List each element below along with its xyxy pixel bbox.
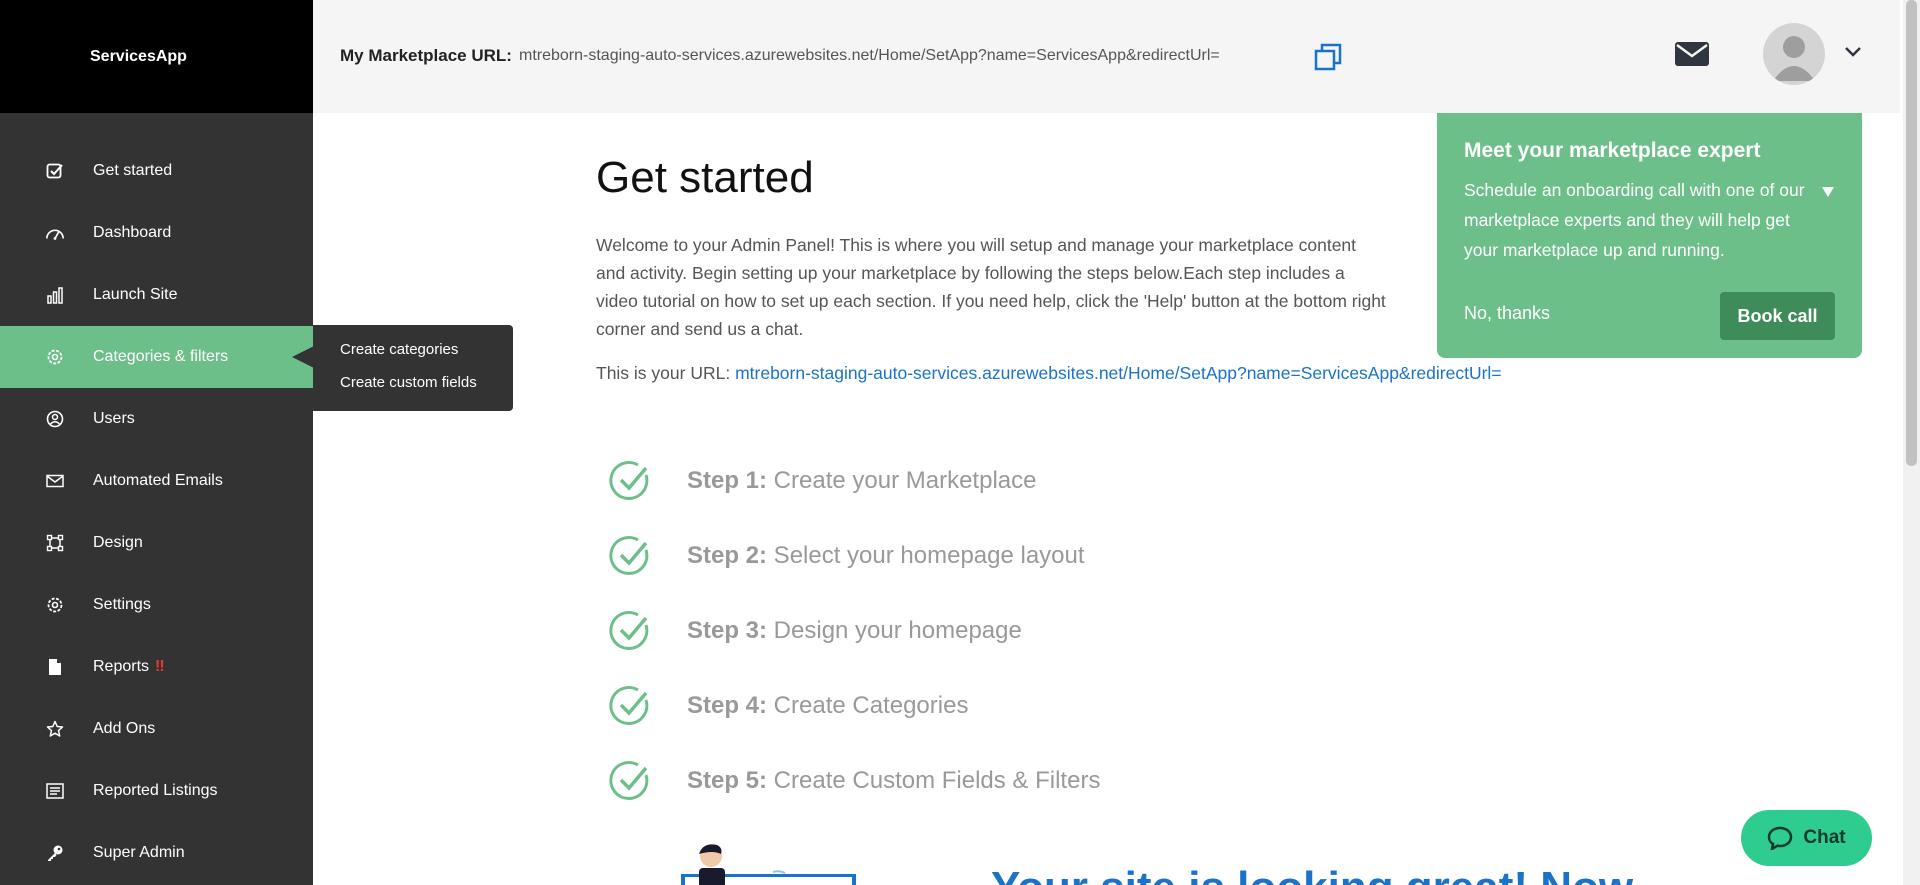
expert-title: Meet your marketplace expert — [1464, 139, 1761, 162]
chat-bubble-icon — [1768, 826, 1793, 850]
sidebar-nav: Get started Dashboard Launch Site Catego… — [0, 140, 313, 884]
avatar[interactable] — [1763, 23, 1825, 85]
step-label: Step 3: — [687, 616, 768, 644]
sidebar-item-label: Automated Emails — [93, 472, 223, 489]
intro-text: Welcome to your Admin Panel! This is whe… — [596, 235, 1386, 339]
frame-icon — [45, 533, 65, 553]
step-label: Step 1: — [687, 466, 768, 494]
sidebar-item-add-ons[interactable]: Add Ons — [0, 698, 313, 760]
gear-icon — [45, 595, 65, 615]
sidebar-item-reported-listings[interactable]: Reported Listings — [0, 760, 313, 822]
illustration-image — [681, 844, 856, 885]
scrollbar-thumb[interactable] — [1906, 0, 1917, 466]
step-text: Create Custom Fields & Filters — [767, 766, 1101, 794]
sidebar-item-label: Settings — [93, 596, 151, 613]
chevron-down-icon[interactable] — [1843, 44, 1863, 60]
book-call-button[interactable]: Book call — [1720, 292, 1835, 340]
step-label: Step 5: — [687, 766, 768, 794]
step-5[interactable]: Step 5: Create Custom Fields & Filters — [608, 743, 1100, 818]
step-label: Step 4: — [687, 691, 768, 719]
sidebar-item-label: Add Ons — [93, 720, 156, 737]
bottom-heading: Your site is looking great! Now — [991, 863, 1633, 885]
check-circle-icon — [609, 535, 649, 575]
user-circle-icon — [45, 409, 65, 429]
reports-warning-badge: !! — [155, 658, 165, 675]
sidebar-item-launch-site[interactable]: Launch Site — [0, 264, 313, 326]
check-circle-icon — [609, 685, 649, 725]
expert-body: Schedule an onboarding call with one of … — [1464, 180, 1805, 260]
your-url-line: This is your URL: mtreborn-staging-auto-… — [596, 363, 1502, 384]
sidebar-item-label: Users — [93, 410, 135, 427]
sidebar-item-dashboard[interactable]: Dashboard — [0, 202, 313, 264]
step-text: Select your homepage layout — [767, 541, 1085, 569]
flyout-item-create-custom-fields[interactable]: Create custom fields — [340, 372, 513, 405]
sidebar-item-settings[interactable]: Settings — [0, 574, 313, 636]
chat-label: Chat — [1803, 827, 1846, 848]
copy-icon[interactable] — [1313, 42, 1343, 72]
key-icon — [45, 843, 65, 863]
step-3[interactable]: Step 3: Design your homepage — [608, 593, 1100, 668]
chat-button[interactable]: Chat — [1741, 810, 1872, 866]
sidebar-item-design[interactable]: Design — [0, 512, 313, 574]
sidebar-item-users[interactable]: Users — [0, 388, 313, 450]
step-2[interactable]: Step 2: Select your homepage layout — [608, 518, 1100, 593]
sidebar-item-label: Design — [93, 534, 143, 551]
step-1[interactable]: Step 1: Create your Marketplace — [608, 443, 1100, 518]
star-icon — [45, 719, 65, 739]
sidebar-item-label: Reported Listings — [93, 782, 218, 799]
page-scrollbar[interactable] — [1903, 0, 1920, 885]
sidebar-item-label: Launch Site — [93, 286, 178, 303]
collapse-triangle-icon[interactable] — [1821, 186, 1835, 198]
flyout-item-create-categories[interactable]: Create categories — [340, 339, 513, 372]
sidebar-item-label: Super Admin — [93, 844, 185, 861]
speedometer-icon — [45, 223, 65, 243]
categories-flyout-menu: Create categories Create custom fields — [313, 325, 513, 411]
marketplace-url-label: My Marketplace URL: — [340, 46, 512, 65]
step-text: Create your Marketplace — [767, 466, 1037, 494]
sidebar-item-get-started[interactable]: Get started — [0, 140, 313, 202]
brand-name: ServicesApp — [90, 47, 187, 65]
list-icon — [45, 781, 65, 801]
mail-icon[interactable] — [1674, 40, 1710, 68]
steps-list: Step 1: Create your Marketplace Step 2: … — [608, 443, 1100, 818]
no-thanks-link[interactable]: No, thanks — [1464, 303, 1550, 324]
sidebar-item-categories-filters[interactable]: Categories & filters — [0, 326, 313, 388]
bar-chart-icon — [45, 285, 65, 305]
sidebar-item-automated-emails[interactable]: Automated Emails — [0, 450, 313, 512]
check-circle-icon — [609, 460, 649, 500]
sidebar-item-super-admin[interactable]: Super Admin — [0, 822, 313, 884]
sidebar-item-label: Categories & filters — [93, 348, 229, 365]
sidebar-item-reports[interactable]: Reports !! — [0, 636, 313, 698]
page-title: Get started — [596, 153, 814, 202]
your-url-prefix: This is your URL: — [596, 363, 736, 383]
sidebar-item-label: Get started — [93, 162, 173, 179]
sidebar-item-label: Reports — [93, 658, 150, 675]
check-circle-icon — [609, 610, 649, 650]
marketplace-url-value: mtreborn-staging-auto-services.azurewebs… — [519, 47, 1220, 64]
step-text: Design your homepage — [767, 616, 1022, 644]
document-icon — [45, 657, 65, 677]
step-4[interactable]: Step 4: Create Categories — [608, 668, 1100, 743]
brand-bar: ServicesApp — [0, 0, 313, 113]
step-label: Step 2: — [687, 541, 768, 569]
sidebar-item-label: Dashboard — [93, 224, 172, 241]
sidebar: ServicesApp Get started Dashboard Launch… — [0, 0, 313, 885]
envelope-icon — [45, 471, 65, 491]
check-circle-icon — [609, 760, 649, 800]
your-url-link[interactable]: mtreborn-staging-auto-services.azurewebs… — [735, 363, 1501, 383]
step-text: Create Categories — [767, 691, 969, 719]
gear-icon — [45, 347, 65, 367]
top-bar: My Marketplace URL: mtreborn-staging-aut… — [313, 0, 1900, 113]
checkbox-icon — [45, 161, 65, 181]
expert-popup: Meet your marketplace expert Schedule an… — [1437, 113, 1862, 358]
